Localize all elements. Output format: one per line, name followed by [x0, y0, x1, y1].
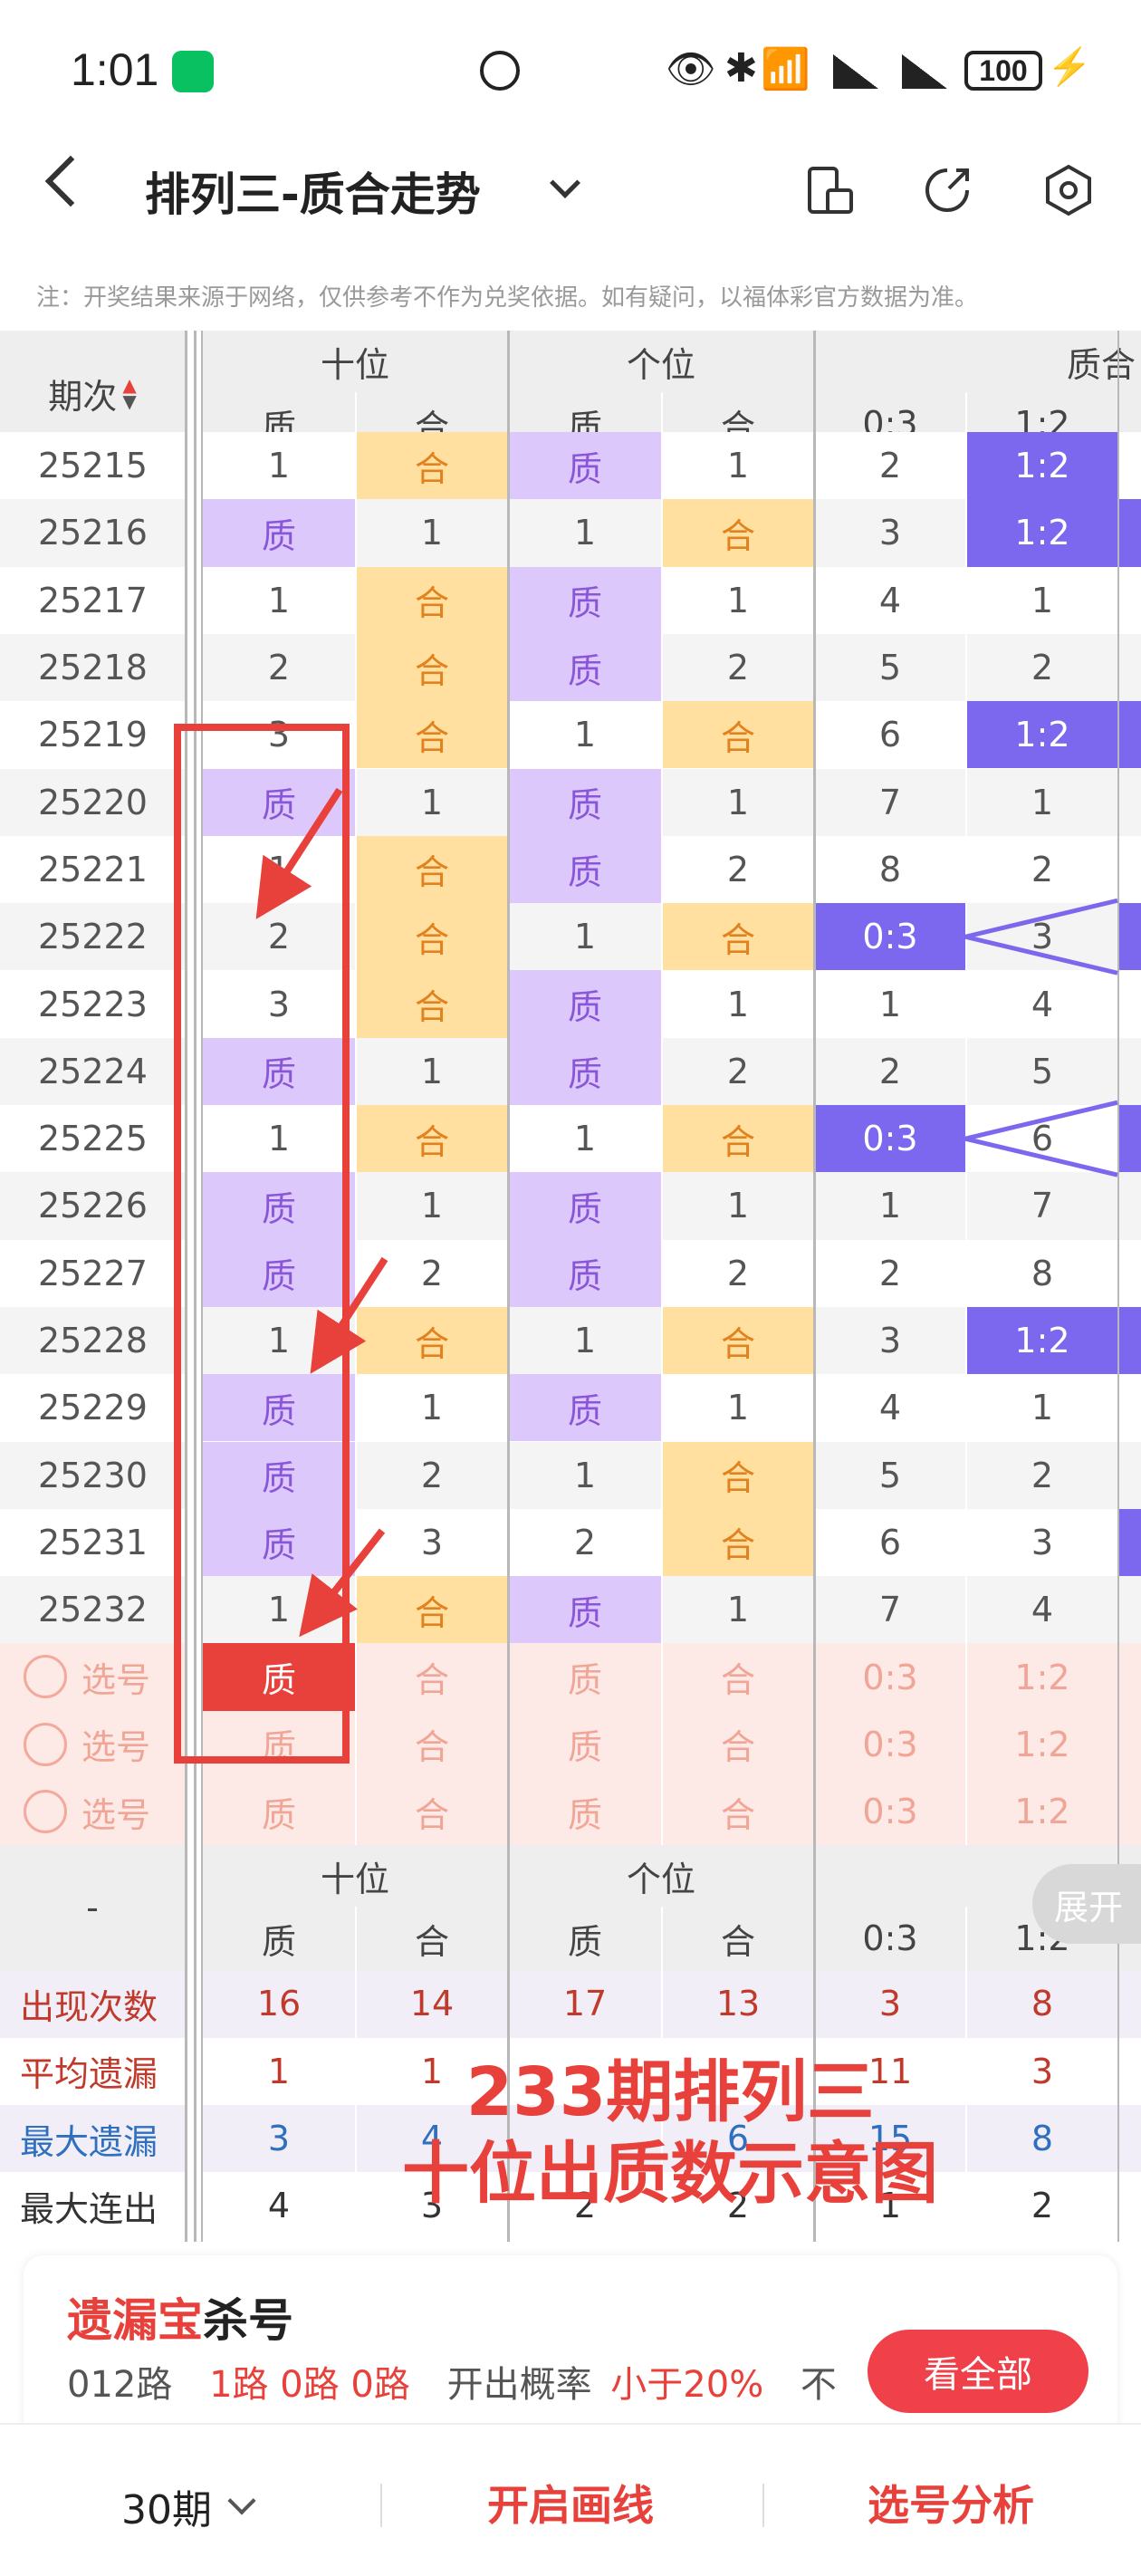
card-title-dark: 杀号	[203, 2294, 293, 2347]
pick-analysis-button[interactable]: 选号分析	[868, 2473, 1034, 2533]
bottom-divider	[380, 2484, 382, 2527]
card-info: 012路 1路 0路 0路 开出概率 小于20% 不	[67, 2355, 837, 2408]
route-label: 012路	[67, 2364, 173, 2406]
route-values: 1路 0路 0路	[209, 2364, 410, 2406]
chevron-down-icon	[227, 2486, 256, 2515]
bottom-divider	[762, 2484, 764, 2527]
overlay-text-line2: 十位出质数示意图	[402, 2135, 938, 2213]
view-all-button[interactable]: 看全部	[868, 2330, 1088, 2413]
draw-line-button[interactable]: 开启画线	[487, 2473, 654, 2533]
period-select-label: 30期	[121, 2487, 212, 2533]
card-title-red: 遗漏宝	[67, 2294, 203, 2347]
prob-value: 小于20%	[610, 2364, 764, 2406]
prob-label: 开出概率	[446, 2364, 592, 2406]
card-title: 遗漏宝杀号	[67, 2284, 293, 2350]
card-trailing-text: 不	[800, 2364, 837, 2406]
period-select[interactable]: 30期	[121, 2477, 256, 2535]
